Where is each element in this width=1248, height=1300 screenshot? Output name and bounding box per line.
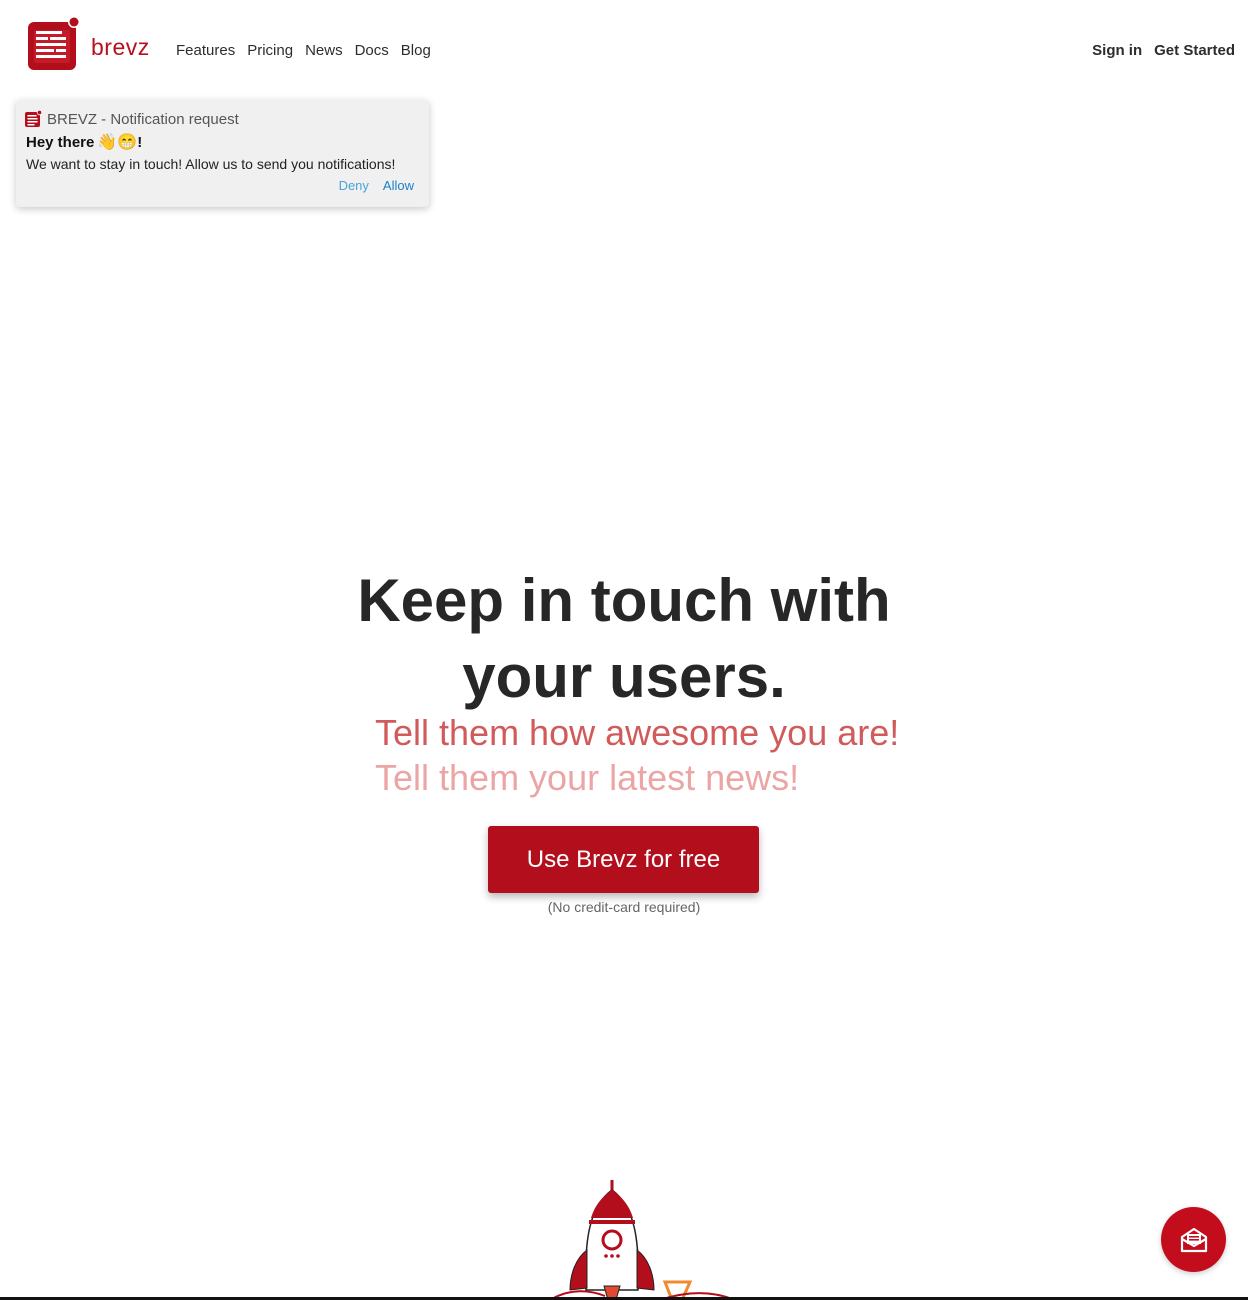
mail-widget-button[interactable] xyxy=(1161,1207,1226,1272)
mail-icon xyxy=(1180,1227,1207,1252)
notification-request-popup: BREVZ - Notification request Hey there 👋… xyxy=(16,100,429,207)
nav-item-pricing[interactable]: Pricing xyxy=(247,42,293,59)
greeting-text: Hey there xyxy=(26,133,95,151)
brand-name[interactable]: brevz xyxy=(91,34,150,61)
hero-tagline-1: Tell them how awesome you are! xyxy=(375,712,900,753)
greeting-end: ! xyxy=(137,133,143,151)
notification-title: BREVZ - Notification request xyxy=(47,110,239,128)
no-credit-card-note: (No credit-card required) xyxy=(547,899,701,915)
nav-item-docs[interactable]: Docs xyxy=(355,42,389,59)
wave-grin-emoji-icon: 👋😁 xyxy=(97,134,138,151)
nav-item-features[interactable]: Features xyxy=(176,42,235,59)
brevz-logo-icon[interactable] xyxy=(26,16,84,72)
auth-links: Sign in Get Started xyxy=(1080,42,1235,59)
deny-button[interactable]: Deny xyxy=(339,178,369,193)
nav-item-blog[interactable]: Blog xyxy=(401,42,431,59)
newspaper-logo-icon xyxy=(25,110,42,127)
nav-item-news[interactable]: News xyxy=(305,42,343,59)
sign-in-link[interactable]: Sign in xyxy=(1092,42,1142,59)
hero-title-line2: your users. xyxy=(462,643,786,710)
hero-title-line1: Keep in touch with xyxy=(357,567,891,634)
hero-title: Keep in touch with your users. xyxy=(0,563,1248,715)
notification-message: We want to stay in touch! Allow us to se… xyxy=(26,156,396,172)
notification-actions: Deny Allow xyxy=(339,178,414,193)
hero-tagline-2: Tell them your latest news! xyxy=(375,757,800,798)
main-nav: Features Pricing News Docs Blog xyxy=(176,42,443,59)
notification-header: BREVZ - Notification request xyxy=(24,110,239,128)
use-brevz-free-button[interactable]: Use Brevz for free xyxy=(488,826,759,893)
notification-greeting: Hey there 👋😁 ! xyxy=(26,132,142,152)
rocket-icon xyxy=(549,1180,736,1300)
allow-button[interactable]: Allow xyxy=(383,178,414,193)
get-started-link[interactable]: Get Started xyxy=(1154,42,1235,59)
